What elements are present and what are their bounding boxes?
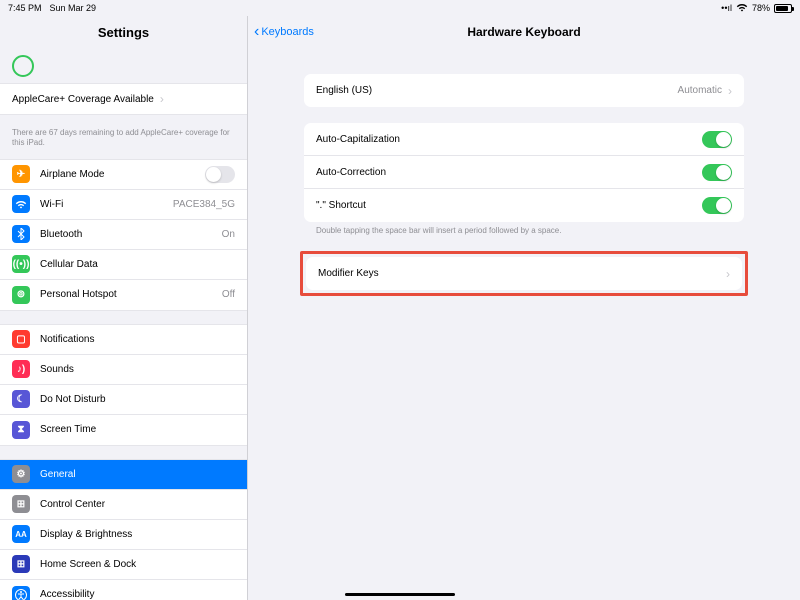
- control-center-icon: ⊞: [12, 495, 30, 513]
- general-row[interactable]: ⚙ General: [0, 460, 247, 490]
- wifi-label: Wi-Fi: [40, 199, 63, 210]
- home-indicator[interactable]: [345, 593, 455, 596]
- sounds-row[interactable]: ♪) Sounds: [0, 355, 247, 385]
- homescreen-row[interactable]: ⊞ Home Screen & Dock: [0, 550, 247, 580]
- moon-icon: ☾: [12, 390, 30, 408]
- modifier-keys-label: Modifier Keys: [318, 268, 379, 279]
- wifi-icon: [736, 3, 748, 14]
- homescreen-icon: ⊞: [12, 555, 30, 573]
- airplane-label: Airplane Mode: [40, 169, 104, 180]
- settings-sidebar: Settings AppleCare+ Coverage Available ›…: [0, 16, 248, 600]
- chevron-right-icon: ›: [160, 92, 164, 106]
- airplane-toggle[interactable]: [205, 166, 235, 183]
- wifi-settings-icon: [12, 195, 30, 213]
- back-label: Keyboards: [261, 26, 314, 38]
- applecare-label: AppleCare+ Coverage Available: [12, 94, 154, 105]
- status-time: 7:45 PM: [8, 3, 42, 13]
- bluetooth-row[interactable]: Bluetooth On: [0, 220, 247, 250]
- autocap-row[interactable]: Auto-Capitalization: [304, 123, 744, 156]
- hotspot-value: Off: [222, 289, 235, 300]
- general-label: General: [40, 469, 76, 480]
- accessibility-icon: [12, 586, 30, 600]
- autocor-row[interactable]: Auto-Correction: [304, 156, 744, 189]
- bluetooth-value: On: [222, 229, 235, 240]
- chevron-right-icon: ›: [726, 267, 730, 281]
- sidebar-title: Settings: [0, 16, 247, 49]
- cellular-row[interactable]: ((•)) Cellular Data: [0, 250, 247, 280]
- applecare-row[interactable]: AppleCare+ Coverage Available ›: [0, 84, 247, 114]
- detail-pane: ‹ Keyboards Hardware Keyboard English (U…: [248, 16, 800, 600]
- cellular-label: Cellular Data: [40, 259, 98, 270]
- bluetooth-icon: [12, 225, 30, 243]
- back-button[interactable]: ‹ Keyboards: [254, 23, 314, 41]
- gear-icon: ⚙: [12, 465, 30, 483]
- language-row[interactable]: English (US) Automatic ›: [304, 74, 744, 107]
- sounds-label: Sounds: [40, 364, 74, 375]
- notifications-icon: ▢: [12, 330, 30, 348]
- detail-title: Hardware Keyboard: [467, 25, 580, 39]
- airplane-icon: ✈: [12, 165, 30, 183]
- shortcut-label: "." Shortcut: [316, 200, 366, 211]
- autocor-label: Auto-Correction: [316, 167, 386, 178]
- applecare-note: There are 67 days remaining to add Apple…: [0, 128, 247, 159]
- bluetooth-label: Bluetooth: [40, 229, 82, 240]
- control-center-row[interactable]: ⊞ Control Center: [0, 490, 247, 520]
- shortcut-note: Double tapping the space bar will insert…: [248, 222, 800, 235]
- wifi-row[interactable]: Wi-Fi PACE384_5G: [0, 190, 247, 220]
- display-row[interactable]: AA Display & Brightness: [0, 520, 247, 550]
- cell-signal-icon: ••ıl: [721, 3, 732, 13]
- screentime-label: Screen Time: [40, 424, 96, 435]
- status-date: Sun Mar 29: [50, 3, 97, 13]
- sounds-icon: ♪): [12, 360, 30, 378]
- dnd-label: Do Not Disturb: [40, 394, 106, 405]
- language-label: English (US): [316, 85, 372, 96]
- accessibility-row[interactable]: Accessibility: [0, 580, 247, 600]
- hotspot-icon: ⊚: [12, 286, 30, 304]
- display-label: Display & Brightness: [40, 529, 132, 540]
- battery-pct: 78%: [752, 3, 770, 13]
- hourglass-icon: ⧗: [12, 421, 30, 439]
- notifications-row[interactable]: ▢ Notifications: [0, 325, 247, 355]
- screentime-row[interactable]: ⧗ Screen Time: [0, 415, 247, 445]
- autocap-toggle[interactable]: [702, 131, 732, 148]
- cellular-icon: ((•)): [12, 255, 30, 273]
- status-bar: 7:45 PM Sun Mar 29 ••ıl 78%: [0, 0, 800, 16]
- autocor-toggle[interactable]: [702, 164, 732, 181]
- shortcut-toggle[interactable]: [702, 197, 732, 214]
- dnd-row[interactable]: ☾ Do Not Disturb: [0, 385, 247, 415]
- profile-avatar[interactable]: [12, 55, 34, 77]
- wifi-value: PACE384_5G: [173, 199, 235, 210]
- homescreen-label: Home Screen & Dock: [40, 559, 136, 570]
- detail-header: ‹ Keyboards Hardware Keyboard: [248, 16, 800, 48]
- hotspot-label: Personal Hotspot: [40, 289, 117, 300]
- hotspot-row[interactable]: ⊚ Personal Hotspot Off: [0, 280, 247, 310]
- control-center-label: Control Center: [40, 499, 105, 510]
- shortcut-row[interactable]: "." Shortcut: [304, 189, 744, 222]
- chevron-left-icon: ‹: [254, 23, 259, 41]
- battery-icon: [774, 4, 792, 13]
- modifier-keys-row[interactable]: Modifier Keys ›: [306, 257, 742, 290]
- highlight-box: Modifier Keys ›: [300, 251, 748, 296]
- notifications-label: Notifications: [40, 334, 94, 345]
- display-icon: AA: [12, 525, 30, 543]
- accessibility-label: Accessibility: [40, 589, 94, 600]
- chevron-right-icon: ›: [728, 84, 732, 98]
- airplane-mode-row[interactable]: ✈ Airplane Mode: [0, 160, 247, 190]
- autocap-label: Auto-Capitalization: [316, 134, 400, 145]
- language-value: Automatic: [678, 85, 722, 96]
